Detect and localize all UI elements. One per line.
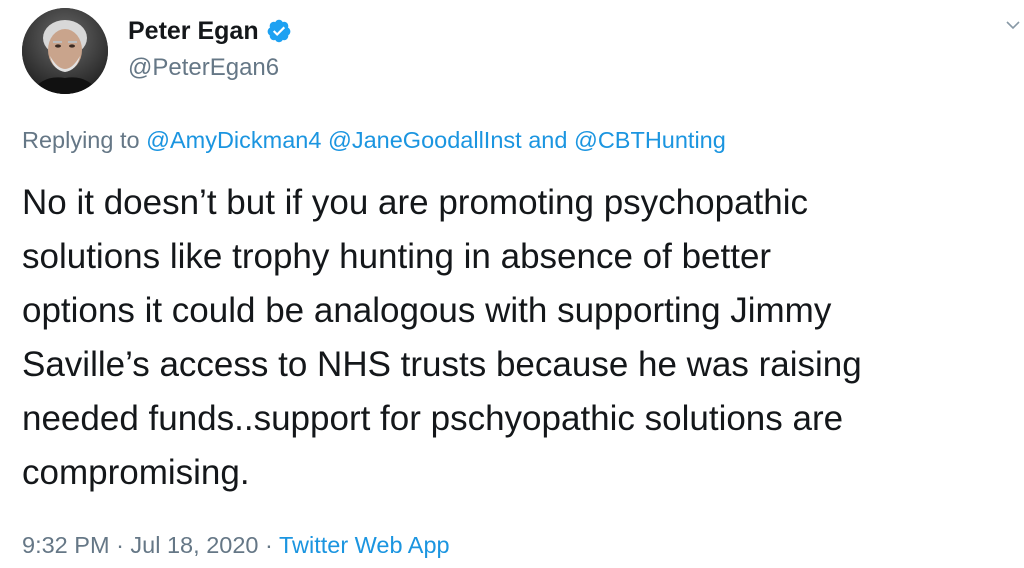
chevron-down-icon[interactable] [1004, 18, 1022, 32]
mention-link-cbthunting[interactable]: @CBTHunting [574, 127, 726, 153]
author-handle[interactable]: @PeterEgan6 [128, 52, 279, 84]
tweet-card: Peter Egan @PeterEgan6 Replying to @AmyD… [0, 0, 1024, 568]
mention-link-janegoodallinst[interactable]: @JaneGoodallInst [328, 127, 522, 153]
author-avatar[interactable] [22, 8, 108, 94]
replying-to-line: Replying to @AmyDickman4 @JaneGoodallIns… [22, 124, 726, 156]
tweet-time[interactable]: 9:32 PM [22, 532, 110, 558]
tweet-metadata: 9:32 PM · Jul 18, 2020 · Twitter Web App [22, 529, 450, 561]
mention-link-amydickman4[interactable]: @AmyDickman4 [146, 127, 321, 153]
reply-conjunction[interactable]: and [528, 127, 567, 153]
meta-separator: · [116, 532, 124, 558]
avatar-photo-icon [22, 8, 108, 94]
author-display-name[interactable]: Peter Egan [128, 14, 259, 48]
author-name-row: Peter Egan [128, 14, 292, 48]
meta-separator: · [265, 532, 273, 558]
tweet-text: No it doesn’t but if you are promoting p… [22, 183, 862, 492]
replying-to-prefix: Replying to [22, 127, 140, 153]
verified-badge-icon [266, 18, 292, 44]
tweet-source-link[interactable]: Twitter Web App [279, 532, 450, 558]
tweet-date[interactable]: Jul 18, 2020 [130, 532, 258, 558]
